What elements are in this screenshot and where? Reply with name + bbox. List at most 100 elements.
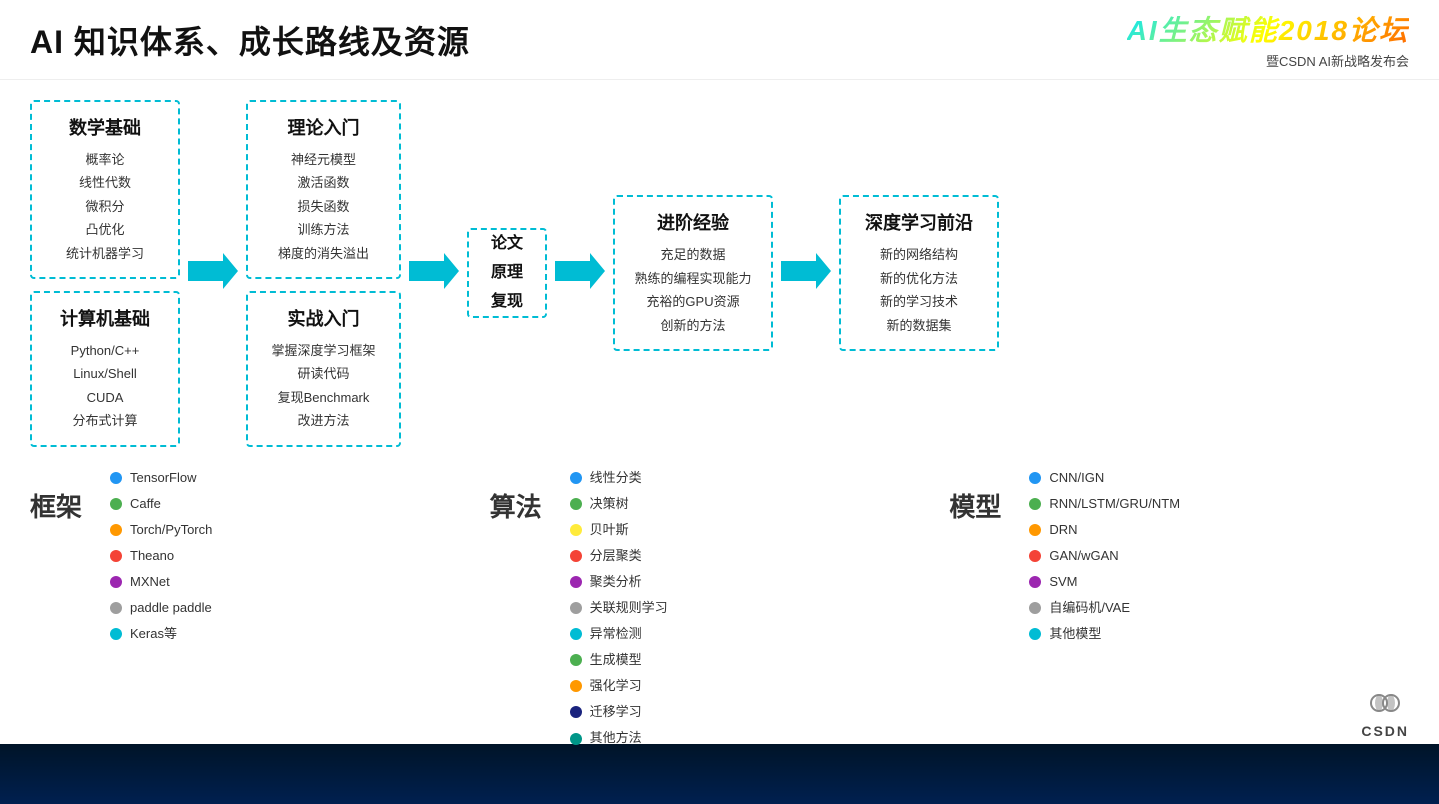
label-tree: 决策树 [590, 493, 629, 515]
main-content: 数学基础 概率论 线性代数 微积分 凸优化 统计机器学习 计算机基础 Pytho… [0, 80, 1439, 744]
list-item: Keras等 [110, 623, 212, 645]
list-item: Torch/PyTorch [110, 519, 212, 541]
math-item-2: 线性代数 [48, 171, 162, 194]
frontier-item-2: 新的优化方法 [857, 267, 981, 290]
framework-list: TensorFlow Caffe Torch/PyTorch Theano [110, 467, 212, 646]
paper-line-1: 论文 [491, 230, 523, 259]
dot-caffe [110, 498, 122, 510]
label-rl: 强化学习 [590, 675, 642, 697]
dot-paddle [110, 602, 122, 614]
label-assoc: 关联规则学习 [590, 597, 668, 619]
top-flow: 数学基础 概率论 线性代数 微积分 凸优化 统计机器学习 计算机基础 Pytho… [30, 100, 1409, 447]
logo-main: AI生态赋能2018论坛 [1127, 9, 1409, 49]
frontier-item-4: 新的数据集 [857, 314, 981, 337]
advanced-box: 进阶经验 充足的数据 熟练的编程实现能力 充裕的GPU资源 创新的方法 [613, 195, 773, 351]
list-item: SVM [1029, 571, 1180, 593]
list-item: 自编码机/VAE [1029, 597, 1180, 619]
arrow-1 [180, 251, 246, 296]
paper-line-2: 原理 [491, 259, 523, 288]
list-item: 迁移学习 [570, 701, 668, 723]
list-item: paddle paddle [110, 597, 212, 619]
math-item-5: 统计机器学习 [48, 242, 162, 265]
dot-gan [1029, 550, 1041, 562]
cs-item-3: CUDA [48, 386, 162, 409]
dot-other-algo [570, 733, 582, 745]
list-item: 聚类分析 [570, 571, 668, 593]
bottom-legends: 框架 TensorFlow Caffe Torch/PyTorch [30, 467, 1409, 750]
list-item: 关联规则学习 [570, 597, 668, 619]
label-other-model: 其他模型 [1049, 623, 1101, 645]
dot-theano [110, 550, 122, 562]
frontier-item-3: 新的学习技术 [857, 290, 981, 313]
list-item: CNN/IGN [1029, 467, 1180, 489]
cs-item-2: Linux/Shell [48, 362, 162, 385]
header: AI 知识体系、成长路线及资源 AI生态赋能2018论坛 暨CSDN AI新战略… [0, 0, 1439, 80]
label-gan: GAN/wGAN [1049, 545, 1118, 567]
list-item: 决策树 [570, 493, 668, 515]
dot-anomaly [570, 628, 582, 640]
label-cluster: 分层聚类 [590, 545, 642, 567]
cs-title: 计算机基础 [48, 305, 162, 331]
model-section: 模型 CNN/IGN RNN/LSTM/GRU/NTM DRN [949, 467, 1409, 646]
list-item: RNN/LSTM/GRU/NTM [1029, 493, 1180, 515]
dot-rnn [1029, 498, 1041, 510]
algorithm-label: 算法 [490, 467, 550, 524]
theory-item-1: 神经元模型 [264, 148, 383, 171]
label-linear: 线性分类 [590, 467, 642, 489]
page-title: AI 知识体系、成长路线及资源 [30, 17, 470, 63]
dot-ae [1029, 602, 1041, 614]
paper-box: 论文 原理 复现 [467, 228, 547, 318]
math-item-4: 凸优化 [48, 218, 162, 241]
label-rnn: RNN/LSTM/GRU/NTM [1049, 493, 1180, 515]
label-mxnet: MXNet [130, 571, 170, 593]
dot-svm [1029, 576, 1041, 588]
frontier-title: 深度学习前沿 [857, 209, 981, 235]
label-drn: DRN [1049, 519, 1077, 541]
label-svm: SVM [1049, 571, 1077, 593]
dot-mxnet [110, 576, 122, 588]
cs-box: 计算机基础 Python/C++ Linux/Shell CUDA 分布式计算 [30, 291, 180, 447]
label-keras: Keras等 [130, 623, 177, 645]
list-item: 生成模型 [570, 649, 668, 671]
list-item: 分层聚类 [570, 545, 668, 567]
framework-section: 框架 TensorFlow Caffe Torch/PyTorch [30, 467, 490, 646]
theory-title: 理论入门 [264, 114, 383, 140]
list-item: 贝叶斯 [570, 519, 668, 541]
dot-torch [110, 524, 122, 536]
middle-boxes: 理论入门 神经元模型 激活函数 损失函数 训练方法 梯度的消失溢出 实战入门 掌… [246, 100, 401, 447]
arrow-4 [773, 251, 839, 296]
theory-item-3: 损失函数 [264, 195, 383, 218]
math-item-3: 微积分 [48, 195, 162, 218]
csdn-icon [1365, 683, 1405, 723]
label-transfer: 迁移学习 [590, 701, 642, 723]
cs-item-4: 分布式计算 [48, 409, 162, 432]
framework-label: 框架 [30, 467, 90, 524]
label-anomaly: 异常检测 [590, 623, 642, 645]
label-other-algo: 其他方法 [590, 727, 642, 749]
advanced-item-1: 充足的数据 [631, 243, 755, 266]
label-theano: Theano [130, 545, 174, 567]
list-item: Caffe [110, 493, 212, 515]
practice-item-1: 掌握深度学习框架 [264, 339, 383, 362]
math-box: 数学基础 概率论 线性代数 微积分 凸优化 统计机器学习 [30, 100, 180, 279]
practice-box: 实战入门 掌握深度学习框架 研读代码 复现Benchmark 改进方法 [246, 291, 401, 447]
list-item: Theano [110, 545, 212, 567]
arrow-3 [547, 251, 613, 296]
left-boxes: 数学基础 概率论 线性代数 微积分 凸优化 统计机器学习 计算机基础 Pytho… [30, 100, 180, 447]
advanced-item-2: 熟练的编程实现能力 [631, 267, 755, 290]
dot-gen [570, 654, 582, 666]
frontier-item-1: 新的网络结构 [857, 243, 981, 266]
label-bayes: 贝叶斯 [590, 519, 629, 541]
practice-item-4: 改进方法 [264, 409, 383, 432]
label-ae: 自编码机/VAE [1049, 597, 1130, 619]
math-item-1: 概率论 [48, 148, 162, 171]
theory-item-5: 梯度的消失溢出 [264, 242, 383, 265]
algorithm-section: 算法 线性分类 决策树 贝叶斯 [490, 467, 950, 750]
paper-line-3: 复现 [491, 288, 523, 317]
practice-item-3: 复现Benchmark [264, 386, 383, 409]
list-item: 其他模型 [1029, 623, 1180, 645]
cs-item-1: Python/C++ [48, 339, 162, 362]
dot-assoc [570, 602, 582, 614]
model-list: CNN/IGN RNN/LSTM/GRU/NTM DRN GAN/wGAN [1029, 467, 1180, 646]
algorithm-list: 线性分类 决策树 贝叶斯 分层聚类 [570, 467, 668, 750]
